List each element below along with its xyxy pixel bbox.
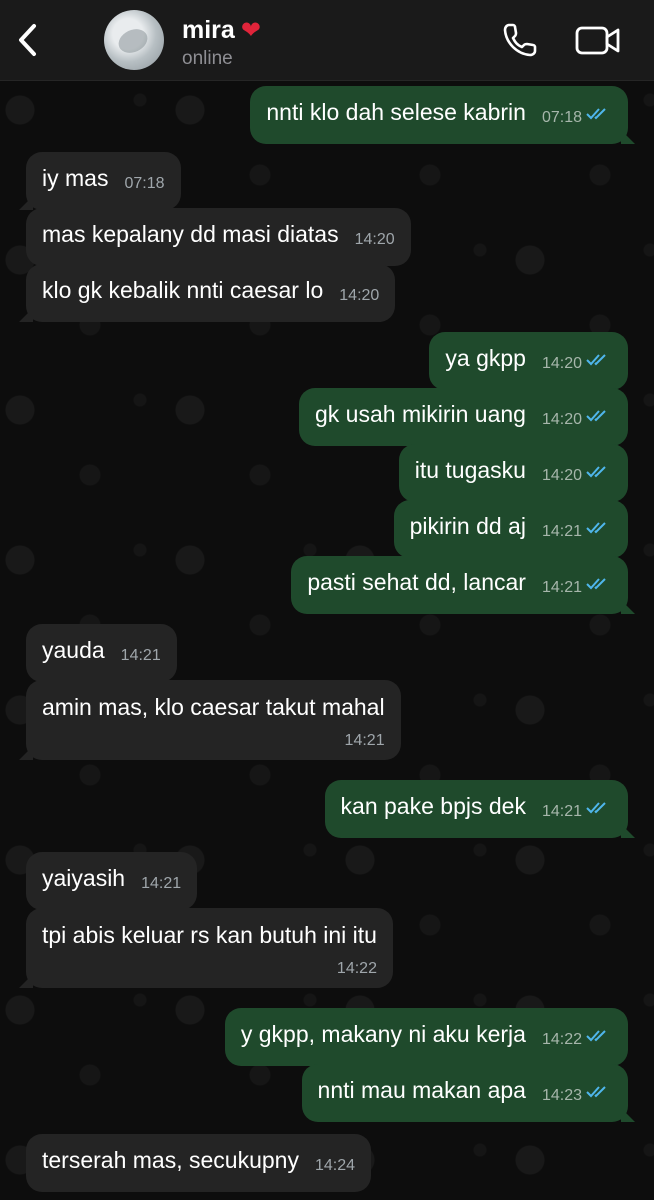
message-time: 14:20 [541, 355, 582, 372]
message-time: 14:24 [314, 1157, 355, 1174]
message-bubble-incoming[interactable]: yauda 14:21 [26, 624, 177, 682]
message-bubble-outgoing[interactable]: pasti sehat dd, lancar 14:21 [291, 556, 628, 614]
message-bubble-outgoing[interactable]: kan pake bpjs dek 14:21 [324, 780, 628, 838]
message-text: nnti klo dah selese kabrin [266, 99, 526, 125]
message-time: 14:21 [541, 803, 582, 820]
message-time: 14:21 [541, 579, 582, 596]
double-check-icon [586, 578, 606, 590]
message-bubble-incoming[interactable]: tpi abis keluar rs kan butuh ini itu 14:… [26, 908, 393, 988]
message-text: iy mas [42, 165, 109, 191]
message-text: klo gk kebalik nnti caesar lo [42, 277, 324, 303]
contact-status: online [182, 48, 233, 69]
voice-call-button[interactable] [500, 20, 540, 60]
message-text: pasti sehat dd, lancar [307, 569, 526, 595]
chat-header: mira ❤ online [0, 0, 654, 81]
message-text: ya gkpp [445, 345, 526, 371]
message-bubble-incoming[interactable]: terserah mas, secukupny 14:24 [26, 1134, 371, 1192]
double-check-icon [586, 802, 606, 814]
message-text: yaiyasih [42, 865, 126, 891]
message-time: 14:22 [336, 960, 377, 977]
contact-name-text: mira [182, 16, 235, 44]
message-text: amin mas, klo caesar takut mahal [42, 694, 385, 720]
phone-icon [503, 23, 537, 57]
message-text: terserah mas, secukupny [42, 1147, 299, 1173]
back-button[interactable] [10, 20, 46, 60]
double-check-icon [586, 410, 606, 422]
message-time: 14:21 [541, 523, 582, 540]
message-text: yauda [42, 637, 105, 663]
message-bubble-outgoing[interactable]: gk usah mikirin uang 14:20 [299, 388, 628, 446]
message-text: pikirin dd aj [409, 513, 526, 539]
double-check-icon [586, 1030, 606, 1042]
message-bubble-incoming[interactable]: mas kepalany dd masi diatas 14:20 [26, 208, 411, 266]
double-check-icon [586, 108, 606, 120]
red-heart-emoji: ❤ [240, 17, 261, 44]
message-list[interactable]: nnti klo dah selese kabrin 07:18 iy mas 07… [0, 80, 654, 1200]
message-bubble-outgoing[interactable]: pikirin dd aj 14:21 [393, 500, 628, 558]
contact-avatar[interactable] [104, 10, 164, 70]
contact-name[interactable]: mira ❤ [182, 16, 261, 45]
message-text: itu tugasku [414, 457, 526, 483]
message-bubble-incoming[interactable]: klo gk kebalik nnti caesar lo 14:20 [26, 264, 396, 322]
double-check-icon [586, 466, 606, 478]
message-bubble-incoming[interactable]: yaiyasih 14:21 [26, 852, 198, 910]
message-time: 14:22 [541, 1031, 582, 1048]
message-time: 14:20 [541, 411, 582, 428]
message-bubble-incoming[interactable]: iy mas 07:18 [26, 152, 181, 210]
double-check-icon [586, 354, 606, 366]
double-check-icon [586, 522, 606, 534]
message-text: kan pake bpjs dek [340, 793, 526, 819]
message-text: nnti mau makan apa [317, 1077, 526, 1103]
message-time: 07:18 [124, 175, 165, 192]
video-call-button[interactable] [574, 22, 622, 58]
message-time: 14:20 [541, 467, 582, 484]
message-bubble-incoming[interactable]: amin mas, klo caesar takut mahal 14:21 [26, 680, 401, 760]
message-bubble-outgoing[interactable]: itu tugasku 14:20 [398, 444, 628, 502]
message-bubble-outgoing[interactable]: nnti mau makan apa 14:23 [301, 1064, 628, 1122]
message-time: 14:20 [339, 287, 380, 304]
message-text: tpi abis keluar rs kan butuh ini itu [42, 922, 377, 948]
video-camera-icon [575, 26, 620, 55]
message-time: 14:20 [354, 231, 395, 248]
message-time: 14:21 [141, 875, 182, 892]
message-bubble-outgoing[interactable]: y gkpp, makany ni aku kerja 14:22 [224, 1008, 628, 1066]
double-check-icon [586, 1086, 606, 1098]
message-bubble-outgoing[interactable]: ya gkpp 14:20 [429, 332, 628, 390]
message-text: y gkpp, makany ni aku kerja [240, 1021, 526, 1047]
message-bubble-outgoing[interactable]: nnti klo dah selese kabrin 07:18 [250, 86, 628, 144]
message-time: 07:18 [541, 109, 582, 126]
message-text: gk usah mikirin uang [315, 401, 526, 427]
message-time: 14:21 [344, 732, 385, 749]
message-time: 14:23 [541, 1087, 582, 1104]
chevron-left-icon [19, 24, 36, 56]
message-text: mas kepalany dd masi diatas [42, 221, 339, 247]
message-time: 14:21 [120, 647, 161, 664]
